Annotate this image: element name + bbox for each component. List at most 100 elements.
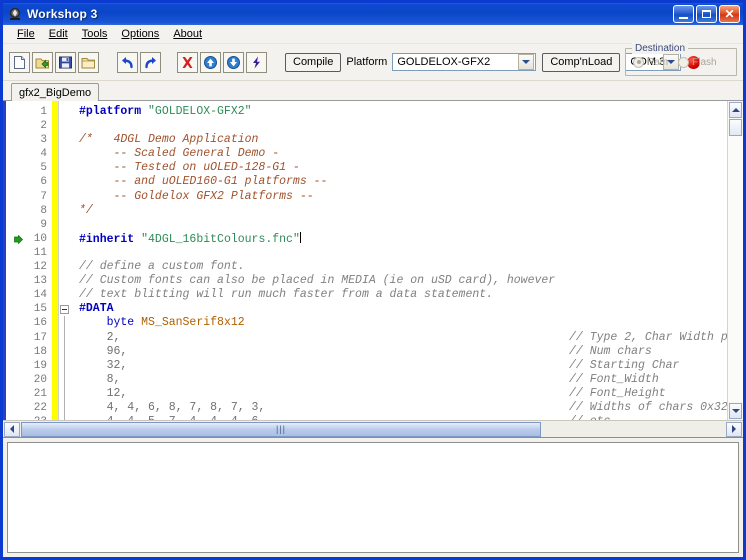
destination-ram-label: Ram bbox=[647, 56, 669, 68]
comp-n-load-button[interactable]: Comp'nLoad bbox=[542, 52, 621, 72]
redo-button[interactable] bbox=[140, 51, 161, 73]
fold-cell bbox=[59, 274, 73, 288]
trailing-comment: // Starting Char bbox=[569, 358, 680, 372]
scroll-left-button[interactable] bbox=[4, 421, 20, 437]
destination-flash-label: Flash bbox=[692, 56, 717, 68]
move-down-button[interactable] bbox=[223, 51, 244, 73]
trailing-comment bbox=[569, 147, 727, 161]
editor-vertical-scrollbar[interactable] bbox=[727, 101, 743, 420]
horizontal-scroll-thumb[interactable]: ||| bbox=[21, 421, 541, 437]
horizontal-scroll-track[interactable] bbox=[542, 421, 726, 437]
line-number: 1 bbox=[40, 106, 47, 118]
output-pane-content[interactable] bbox=[7, 442, 739, 553]
trailing-comment: // Num chars bbox=[569, 344, 652, 358]
trailing-comment bbox=[569, 246, 727, 260]
fold-cell bbox=[59, 175, 73, 189]
move-up-button[interactable] bbox=[200, 51, 221, 73]
code-token: byte bbox=[79, 316, 142, 330]
trailing-comment bbox=[569, 260, 727, 274]
maximize-button[interactable] bbox=[696, 5, 717, 23]
code-token: 4, 4, 5, 7, 4, 4, 4, 6, bbox=[79, 415, 266, 420]
code-token: 2, bbox=[79, 330, 121, 344]
bookmark-icon[interactable] bbox=[14, 234, 23, 245]
trailing-comment bbox=[569, 175, 727, 189]
menu-item-about[interactable]: About bbox=[167, 27, 208, 41]
line-number: 23 bbox=[6, 415, 52, 420]
application-window: Workshop 3 ✕ File Edit Tools Options Abo… bbox=[0, 0, 746, 560]
code-editor-body[interactable]: 123456789101112131415161718192021222324 … bbox=[3, 101, 743, 420]
code-folding-column[interactable] bbox=[59, 101, 73, 420]
vertical-scroll-track[interactable] bbox=[728, 136, 743, 402]
editor-horizontal-scrollbar[interactable]: ||| bbox=[3, 420, 743, 437]
delete-button[interactable] bbox=[177, 51, 198, 73]
fold-cell bbox=[59, 218, 73, 232]
trailing-comment bbox=[569, 190, 727, 204]
code-token: #platform bbox=[79, 105, 149, 118]
toolbar: Compile Platform GOLDELOX-GFX2 Comp'nLoa… bbox=[3, 43, 743, 81]
scroll-up-button[interactable] bbox=[729, 102, 742, 118]
line-number: 10 bbox=[6, 232, 52, 246]
line-number: 14 bbox=[33, 289, 47, 302]
code-token: 4, 4, 6, 8, 7, 8, 7, 3, bbox=[79, 400, 266, 414]
fold-cell bbox=[59, 372, 73, 387]
trailing-comment bbox=[569, 288, 727, 302]
folder-icon bbox=[81, 57, 95, 68]
code-token: #DATA bbox=[79, 302, 114, 316]
tab-strip: gfx2_BigDemo bbox=[3, 81, 743, 101]
chevron-left-icon bbox=[10, 425, 14, 433]
trailing-comment bbox=[569, 232, 727, 246]
chevron-down-icon bbox=[731, 409, 740, 413]
fold-cell bbox=[59, 190, 73, 204]
menu-item-file[interactable]: File bbox=[11, 27, 41, 41]
minimize-button[interactable] bbox=[673, 5, 694, 23]
menu-item-tools[interactable]: Tools bbox=[76, 27, 114, 41]
code-token: 32, bbox=[79, 358, 128, 372]
window-title: Workshop 3 bbox=[27, 7, 98, 21]
destination-radio-flash[interactable]: Flash bbox=[678, 56, 717, 68]
code-text-area[interactable]: // Type 2, Char Width preceeds ch// Num … bbox=[73, 101, 727, 420]
close-button[interactable]: ✕ bbox=[719, 5, 740, 23]
trailing-comment: // Type 2, Char Width preceeds ch bbox=[569, 330, 727, 344]
close-icon: ✕ bbox=[724, 6, 735, 21]
trailing-comment bbox=[569, 161, 727, 175]
line-number: 15 bbox=[33, 303, 47, 316]
fold-cell bbox=[59, 288, 73, 302]
title-bar[interactable]: Workshop 3 ✕ bbox=[3, 3, 743, 25]
radio-unselected-icon bbox=[678, 56, 690, 68]
open-file-button[interactable] bbox=[32, 51, 53, 73]
trailing-comment bbox=[569, 274, 727, 288]
save-button[interactable] bbox=[55, 51, 76, 73]
new-file-button[interactable] bbox=[9, 51, 30, 73]
undo-button[interactable] bbox=[117, 51, 138, 73]
compile-button[interactable]: Compile bbox=[285, 52, 342, 72]
menu-item-edit[interactable]: Edit bbox=[43, 27, 74, 41]
destination-radio-ram[interactable]: Ram bbox=[633, 56, 669, 68]
line-number: 13 bbox=[33, 275, 47, 288]
scroll-down-button[interactable] bbox=[729, 403, 742, 419]
fold-cell bbox=[59, 204, 73, 218]
undo-icon bbox=[122, 56, 133, 68]
modified-lines-marker bbox=[52, 101, 59, 420]
vertical-scroll-thumb[interactable] bbox=[729, 119, 742, 136]
fold-cell bbox=[59, 386, 73, 401]
fold-collapse-icon[interactable] bbox=[60, 305, 69, 315]
chevron-right-icon bbox=[732, 425, 736, 433]
chevron-down-icon[interactable] bbox=[518, 54, 535, 70]
line-number: 9 bbox=[40, 218, 47, 231]
line-number-gutter[interactable]: 123456789101112131415161718192021222324 bbox=[6, 101, 52, 420]
scroll-right-button[interactable] bbox=[726, 421, 742, 437]
code-token: 12, bbox=[79, 386, 128, 400]
tab-gfx2-bigdemo[interactable]: gfx2_BigDemo bbox=[11, 83, 100, 101]
code-editor: 123456789101112131415161718192021222324 … bbox=[3, 101, 743, 438]
output-pane bbox=[3, 438, 743, 557]
menu-item-options[interactable]: Options bbox=[115, 27, 165, 41]
trailing-comment: // Font_Width bbox=[569, 372, 659, 386]
up-arrow-icon bbox=[204, 55, 217, 69]
fold-cell[interactable] bbox=[59, 302, 73, 316]
platform-select[interactable]: GOLDELOX-GFX2 bbox=[392, 53, 537, 71]
fold-cell bbox=[59, 415, 73, 420]
radio-selected-icon bbox=[633, 56, 644, 68]
trailing-comment bbox=[569, 105, 727, 119]
folder-button[interactable] bbox=[78, 51, 99, 73]
run-button[interactable] bbox=[246, 51, 267, 73]
